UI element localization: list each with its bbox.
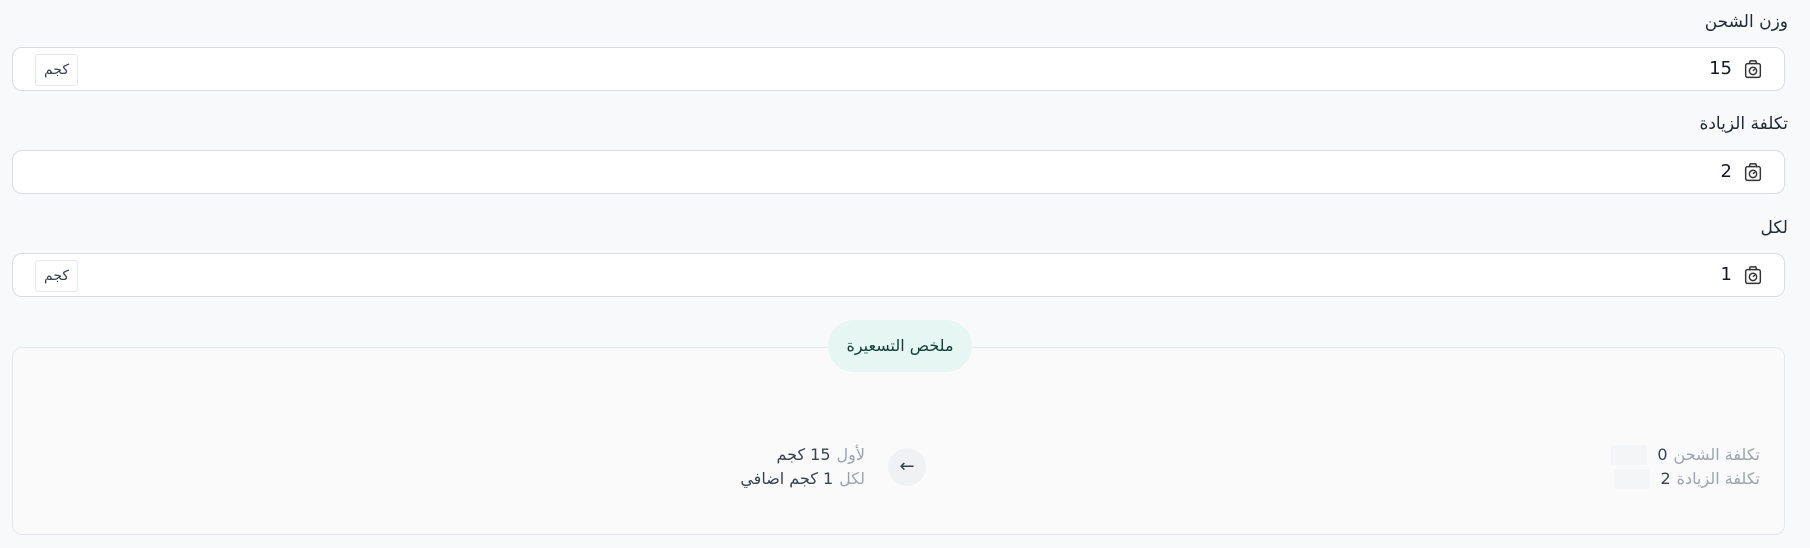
pricing-rule: لأول 15 كجم لكل 1 كجم اضافي	[740, 443, 865, 491]
per-label: لكل	[1760, 218, 1788, 238]
currency-placeholder	[1614, 469, 1651, 489]
increase-cost-label: تكلفة الزيادة	[1699, 114, 1788, 134]
increase-cost-field[interactable]: 2	[12, 150, 1785, 194]
shipping-cost-row: تكلفة الشحن 0	[1611, 443, 1760, 467]
cost-breakdown: تكلفة الشحن 0 تكلفة الزيادة 2	[1611, 443, 1760, 491]
first-value: 15 كجم	[776, 445, 831, 464]
per-value-text: 1 كجم اضافي	[740, 469, 834, 488]
per-field[interactable]: 1 كجم	[12, 253, 1785, 297]
summary-increase-cost-value: 2	[1660, 469, 1671, 488]
per-value: 1	[1720, 264, 1732, 285]
scale-icon	[1744, 163, 1762, 182]
summary-increase-cost-label: تكلفة الزيادة	[1676, 469, 1760, 488]
pricing-summary-title: ملخص التسعيرة	[828, 320, 972, 372]
scale-icon	[1744, 266, 1762, 285]
first-weight-rule: لأول 15 كجم	[740, 443, 865, 467]
weight-unit-badge: كجم	[35, 54, 79, 86]
increase-cost-value: 2	[1720, 161, 1732, 182]
shipping-cost-value: 0	[1657, 445, 1668, 464]
currency-placeholder	[1611, 445, 1648, 465]
per-unit-badge: كجم	[35, 260, 79, 292]
per-weight-rule: لكل 1 كجم اضافي	[740, 467, 865, 491]
arrow-left-icon: ←	[888, 448, 926, 486]
per-prefix: لكل	[839, 469, 865, 488]
weight-label: وزن الشحن	[1704, 12, 1788, 32]
scale-icon	[1744, 60, 1762, 79]
pricing-summary-panel	[12, 347, 1785, 535]
shipping-pricing-form: وزن الشحن 15 كجم تكلفة الزيادة 2 لكل 1 ك…	[0, 0, 1810, 548]
first-prefix: لأول	[836, 445, 865, 464]
shipping-cost-label: تكلفة الشحن	[1673, 445, 1760, 464]
weight-value: 15	[1709, 58, 1732, 79]
increase-cost-row: تكلفة الزيادة 2	[1611, 467, 1760, 491]
weight-field[interactable]: 15 كجم	[12, 47, 1785, 91]
